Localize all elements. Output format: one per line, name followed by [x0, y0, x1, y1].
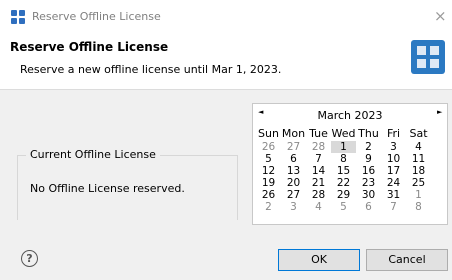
- title-bar: Reserve Offline License ×: [0, 0, 452, 36]
- calendar-day[interactable]: 3: [381, 141, 406, 153]
- calendar-grid: Sun Mon Tue Wed Thu Fri Sat 26 27 28 1 2…: [256, 127, 431, 214]
- calendar-day[interactable]: 7: [306, 153, 331, 165]
- calendar-day[interactable]: 26: [256, 189, 281, 201]
- calendar-day[interactable]: 1: [406, 189, 431, 201]
- calendar-day[interactable]: 11: [406, 153, 431, 165]
- calendar-day[interactable]: 3: [281, 201, 306, 213]
- calendar-day[interactable]: 31: [381, 189, 406, 201]
- calendar-day[interactable]: 30: [356, 189, 381, 201]
- calendar-day[interactable]: 6: [281, 153, 306, 165]
- window-title: Reserve Offline License: [32, 10, 161, 23]
- app-grid-icon: [11, 10, 25, 24]
- calendar-day[interactable]: 28: [306, 141, 331, 153]
- calendar-day[interactable]: 8: [406, 201, 431, 213]
- ok-button[interactable]: OK: [278, 249, 360, 271]
- calendar-day[interactable]: 5: [331, 201, 356, 213]
- weekday-header: Tue: [309, 127, 328, 140]
- calendar-day[interactable]: 10: [381, 153, 406, 165]
- help-icon[interactable]: ?: [21, 250, 38, 267]
- calendar-day[interactable]: 27: [281, 141, 306, 153]
- calendar-day[interactable]: 5: [256, 153, 281, 165]
- calendar-day[interactable]: 2: [256, 201, 281, 213]
- calendar-day[interactable]: 12: [256, 165, 281, 177]
- calendar-day[interactable]: 4: [406, 141, 431, 153]
- calendar-day[interactable]: 24: [381, 177, 406, 189]
- header-title: Reserve Offline License: [10, 40, 169, 54]
- calendar-day[interactable]: 20: [281, 177, 306, 189]
- current-license-value: No Offline License reserved.: [30, 182, 185, 195]
- calendar-day[interactable]: 22: [331, 177, 356, 189]
- calendar-day[interactable]: 26: [256, 141, 281, 153]
- calendar-month-label: March 2023: [317, 109, 383, 122]
- calendar-day[interactable]: 29: [331, 189, 356, 201]
- calendar-day[interactable]: 23: [356, 177, 381, 189]
- calendar-day[interactable]: 18: [406, 165, 431, 177]
- weekday-header: Thu: [358, 127, 379, 140]
- calendar-day[interactable]: 6: [356, 201, 381, 213]
- calendar-day[interactable]: 21: [306, 177, 331, 189]
- calendar-day[interactable]: 13: [281, 165, 306, 177]
- weekday-header: Mon: [281, 127, 306, 140]
- dialog-header: Reserve Offline License Reserve a new of…: [0, 36, 452, 90]
- weekday-header: Sat: [409, 127, 428, 140]
- calendar-day[interactable]: 15: [331, 165, 356, 177]
- calendar-day[interactable]: 16: [356, 165, 381, 177]
- calendar-day[interactable]: 19: [256, 177, 281, 189]
- calendar-day[interactable]: 8: [331, 153, 356, 165]
- calendar-day[interactable]: 17: [381, 165, 406, 177]
- calendar-day-selected[interactable]: 1: [331, 141, 356, 153]
- calendar-day[interactable]: 27: [281, 189, 306, 201]
- next-month-icon[interactable]: ►: [437, 108, 442, 116]
- license-grid-icon: [411, 40, 445, 74]
- month-calendar[interactable]: ◄ March 2023 ► Sun Mon Tue Wed Thu Fri S…: [252, 103, 448, 225]
- calendar-day[interactable]: 2: [356, 141, 381, 153]
- calendar-day[interactable]: 7: [381, 201, 406, 213]
- calendar-day[interactable]: 4: [306, 201, 331, 213]
- weekday-header: Sun: [258, 127, 279, 140]
- weekday-header: Wed: [331, 127, 356, 140]
- header-description: Reserve a new offline license until Mar …: [20, 63, 282, 76]
- calendar-day[interactable]: 28: [306, 189, 331, 201]
- current-license-label: Current Offline License: [26, 148, 160, 161]
- calendar-day[interactable]: 9: [356, 153, 381, 165]
- cancel-button[interactable]: Cancel: [366, 249, 448, 271]
- calendar-day[interactable]: 25: [406, 177, 431, 189]
- current-license-group: Current Offline License No Offline Licen…: [17, 148, 238, 220]
- close-icon[interactable]: ×: [434, 7, 447, 25]
- calendar-day[interactable]: 14: [306, 165, 331, 177]
- weekday-header: Fri: [386, 127, 401, 140]
